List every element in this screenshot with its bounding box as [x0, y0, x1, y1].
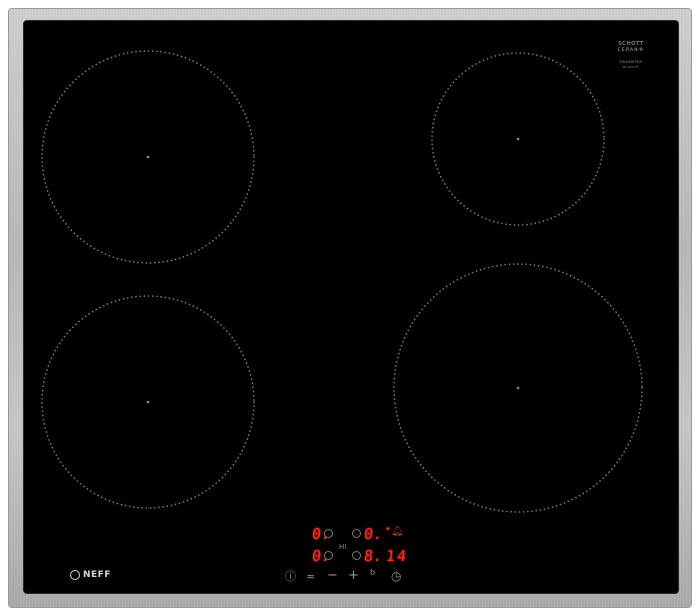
timer-display: 14 [385, 547, 410, 565]
zone-select-bottom-right[interactable] [352, 551, 361, 560]
plus-button[interactable]: + [348, 569, 359, 582]
brand-mark-icon [70, 570, 80, 580]
brand-logo: NEFF [70, 569, 111, 581]
zone-center-marker [146, 400, 150, 404]
schott-ceran-logo: SCHOTT CERAN® TOUCHSTYLE BY SCHOTT [612, 41, 650, 69]
info-icon[interactable]: ⓘ [285, 571, 296, 582]
wipe-protection-icon[interactable]: ≈ [306, 571, 315, 582]
cooking-zones [41, 50, 643, 513]
zone-center-marker [146, 155, 150, 159]
zone-select-top-left[interactable] [324, 529, 333, 538]
zone-bottom-right-level: 8. [363, 547, 384, 565]
child-lock-icon[interactable]: ᵇ [370, 569, 376, 582]
zone-select-bottom-left[interactable] [324, 551, 333, 560]
brand-name: NEFF [83, 570, 111, 580]
zone-select-top-right[interactable] [352, 529, 361, 538]
ceran-text: CERAN® [617, 47, 645, 53]
bell-icon-dot: • [384, 525, 391, 535]
zone-top-right-level: 0. [363, 525, 384, 543]
by-schott-text: BY SCHOTT [623, 64, 639, 69]
minus-button[interactable]: − [327, 569, 338, 582]
hi-label: HI [339, 543, 347, 551]
zone-center-marker [516, 137, 520, 141]
timer-icon[interactable]: ◷ [391, 570, 401, 582]
touchstyle-text: TOUCHSTYLE [619, 60, 643, 64]
zone-center-marker [516, 386, 520, 390]
schott-text: SCHOTT [618, 41, 644, 47]
bell-icon: 🔔︎ [391, 526, 404, 537]
